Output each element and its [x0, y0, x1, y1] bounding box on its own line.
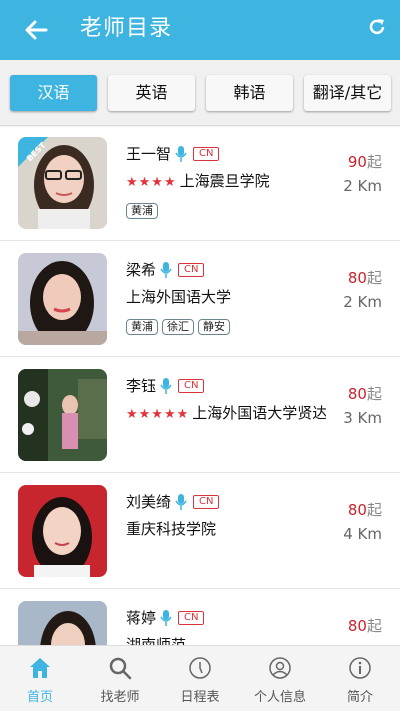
nav-find-teacher[interactable]: 找老师: [80, 646, 160, 711]
district-tags: 黄浦: [126, 203, 158, 219]
district-tags: 黄浦 徐汇 静安: [126, 319, 230, 335]
rating-stars: ★★★★: [126, 175, 177, 190]
language-badge: CN: [193, 495, 220, 509]
microphone-icon: [160, 378, 172, 394]
teacher-school: 上海外国语大学: [126, 288, 232, 306]
user-icon: [269, 657, 291, 679]
language-tabs: 汉语 英语 韩语 翻译/其它: [0, 60, 400, 126]
district-tag: 黄浦: [126, 319, 158, 335]
teacher-avatar: [18, 253, 107, 345]
teacher-price: 80起: [347, 617, 382, 635]
teacher-name: 梁希 CN: [126, 259, 205, 281]
refresh-icon[interactable]: [366, 16, 388, 38]
microphone-icon: [160, 610, 172, 626]
rating-stars: ★★★★★: [126, 407, 190, 422]
teacher-distance: 4 Km: [343, 525, 382, 543]
top-app-bar: 老师目录: [0, 0, 400, 60]
clock-icon: [189, 657, 211, 679]
nav-profile[interactable]: 个人信息: [240, 646, 320, 711]
nav-schedule[interactable]: 日程表: [160, 646, 240, 711]
nav-label: 首页: [26, 690, 53, 705]
teacher-avatar: BEST: [18, 137, 107, 229]
district-tag: 徐汇: [162, 319, 194, 335]
microphone-icon: [175, 146, 187, 162]
teacher-list-item[interactable]: 梁希 CN 上海外国语大学 黄浦 徐汇 静安 80起 2 Km: [0, 243, 400, 357]
best-badge: BEST: [18, 137, 48, 167]
nav-about[interactable]: 简介: [320, 646, 400, 711]
teacher-school: ★★★★ 上海震旦学院: [126, 172, 270, 190]
teacher-school: 湖南师范: [126, 636, 187, 645]
tab-translation-other[interactable]: 翻译/其它: [304, 75, 391, 111]
nav-label: 个人信息: [253, 690, 306, 705]
teacher-distance: 2 Km: [343, 293, 382, 311]
district-tag: 黄浦: [126, 203, 158, 219]
arrow-left-icon[interactable]: [20, 14, 52, 46]
nav-label: 日程表: [180, 690, 220, 705]
nav-label: 找老师: [100, 690, 140, 705]
teacher-price: 80起: [347, 385, 382, 403]
teacher-school: 重庆科技学院: [126, 520, 217, 538]
search-icon: [109, 657, 132, 680]
teacher-name: 蒋婷 CN: [126, 607, 205, 629]
nav-home[interactable]: 首页: [0, 646, 80, 711]
teacher-list-item[interactable]: 蒋婷 CN 湖南师范 80起: [0, 591, 400, 645]
teacher-name: 王一智 CN: [126, 143, 220, 165]
teacher-distance: 2 Km: [343, 177, 382, 195]
info-icon: [349, 657, 371, 679]
teacher-avatar: [18, 485, 107, 577]
teacher-avatar: [18, 601, 107, 645]
microphone-icon: [175, 494, 187, 510]
district-tag: 静安: [198, 319, 230, 335]
language-badge: CN: [178, 263, 205, 277]
tab-korean[interactable]: 韩语: [206, 75, 293, 111]
teacher-price: 90起: [347, 153, 382, 171]
page-title: 老师目录: [80, 16, 173, 41]
language-badge: CN: [193, 147, 220, 161]
teacher-name: 李钰 CN: [126, 375, 205, 397]
teacher-distance: 3 Km: [343, 409, 382, 427]
language-badge: CN: [178, 611, 205, 625]
home-icon: [30, 658, 50, 678]
teacher-list-item[interactable]: 李钰 CN ★★★★★ 上海外国语大学贤达 80起 3 Km: [0, 359, 400, 473]
nav-label: 简介: [346, 690, 373, 705]
language-badge: CN: [178, 379, 205, 393]
teacher-name: 刘美绮 CN: [126, 491, 220, 513]
teacher-list: BEST 王一智 CN ★★★★ 上海震旦学院 黄浦 90起 2 Km 梁希 C…: [0, 127, 400, 645]
teacher-price: 80起: [347, 501, 382, 519]
teacher-school: ★★★★★ 上海外国语大学贤达: [126, 404, 326, 422]
tab-english[interactable]: 英语: [108, 75, 195, 111]
teacher-price: 80起: [347, 269, 382, 287]
microphone-icon: [160, 262, 172, 278]
teacher-list-item[interactable]: BEST 王一智 CN ★★★★ 上海震旦学院 黄浦 90起 2 Km: [0, 127, 400, 241]
teacher-avatar: [18, 369, 107, 461]
bottom-nav: 首页 找老师 日程表 个人信息 简介: [0, 645, 400, 711]
tab-chinese[interactable]: 汉语: [10, 75, 97, 111]
teacher-list-item[interactable]: 刘美绮 CN 重庆科技学院 80起 4 Km: [0, 475, 400, 589]
